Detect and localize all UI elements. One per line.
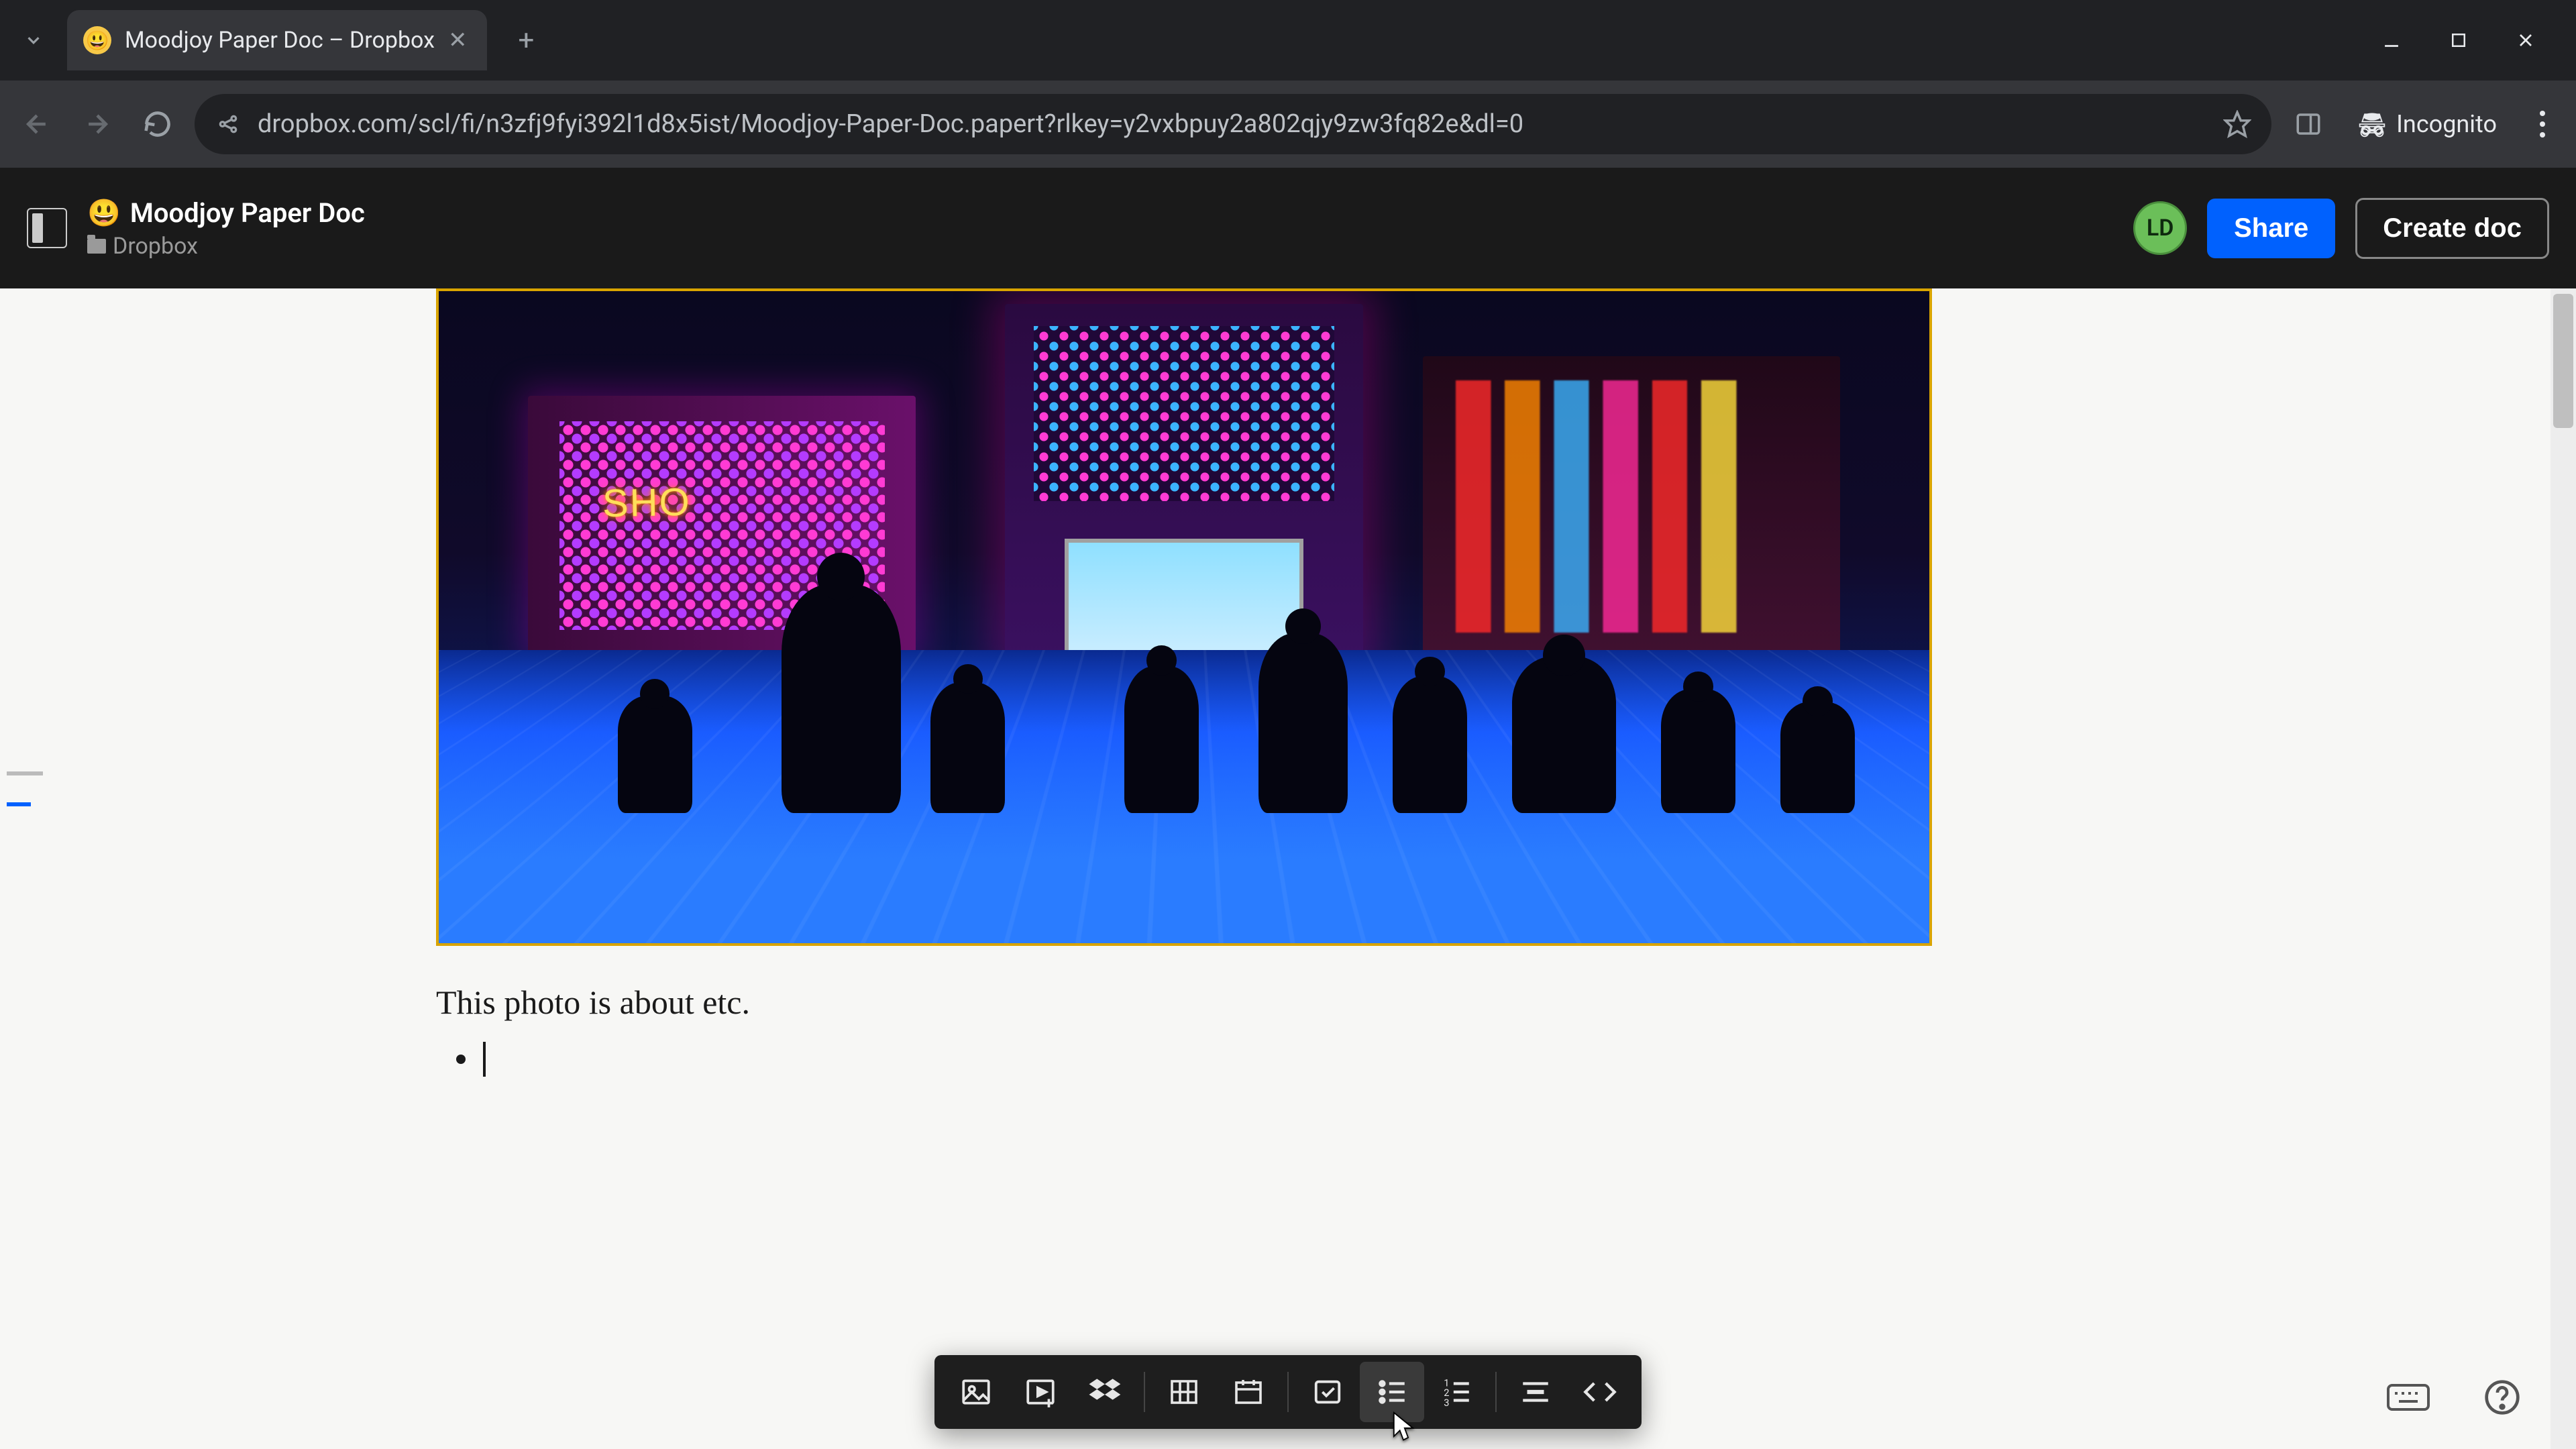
toolbar-checklist-button[interactable] — [1295, 1362, 1360, 1422]
outline-mark-active[interactable] — [7, 802, 31, 806]
text-cursor — [483, 1042, 486, 1077]
vertical-scrollbar[interactable] — [2551, 288, 2576, 1449]
document-canvas[interactable]: SHO This photo is about etc. — [0, 288, 2576, 1449]
url-text: dropbox.com/scl/fi/n3zfj9fyi392l1d8x5ist… — [258, 109, 2207, 139]
window-controls — [2375, 23, 2563, 57]
doc-meta: 😃 Moodjoy Paper Doc Dropbox — [87, 197, 365, 260]
browser-menu-button[interactable] — [2522, 111, 2563, 138]
bookmark-icon[interactable] — [2223, 110, 2251, 138]
toolbar-image-button[interactable] — [944, 1362, 1008, 1422]
close-window-button[interactable] — [2509, 23, 2542, 57]
side-panel-button[interactable] — [2285, 101, 2332, 148]
doc-emoji-icon: 😃 — [87, 197, 121, 229]
toolbar-numbered-list-button[interactable]: 123 — [1424, 1362, 1489, 1422]
incognito-indicator[interactable]: Incognito — [2345, 103, 2509, 146]
tab-strip: 😃 Moodjoy Paper Doc – Dropbox ✕ + — [0, 0, 2576, 80]
keyboard-shortcuts-button[interactable] — [2381, 1374, 2435, 1421]
share-button[interactable]: Share — [2207, 199, 2335, 258]
insert-toolbar: 123 — [934, 1355, 1642, 1429]
folder-icon — [87, 239, 106, 254]
svg-text:3: 3 — [1444, 1397, 1449, 1409]
toolbar-code-button[interactable] — [1568, 1362, 1632, 1422]
address-bar-row: dropbox.com/scl/fi/n3zfj9fyi392l1d8x5ist… — [0, 80, 2576, 168]
address-bar[interactable]: dropbox.com/scl/fi/n3zfj9fyi392l1d8x5ist… — [195, 94, 2271, 154]
tab-title: Moodjoy Paper Doc – Dropbox — [125, 27, 435, 54]
scrollbar-thumb[interactable] — [2553, 294, 2573, 428]
breadcrumb[interactable]: Dropbox — [87, 233, 365, 260]
outline-mark[interactable] — [7, 771, 43, 775]
forward-button[interactable] — [74, 101, 121, 148]
toolbar-bulleted-list-button[interactable] — [1360, 1362, 1424, 1422]
toolbar-divider-button[interactable] — [1503, 1362, 1568, 1422]
create-doc-button[interactable]: Create doc — [2355, 198, 2549, 259]
image-caption[interactable]: This photo is about etc. — [436, 983, 1932, 1022]
image-sign-text: SHO — [602, 480, 692, 526]
paper-app: 😃 Moodjoy Paper Doc Dropbox LD Share Cre… — [0, 168, 2576, 1449]
maximize-button[interactable] — [2442, 23, 2475, 57]
footer-utilities — [2381, 1374, 2529, 1421]
tab-favicon-icon: 😃 — [83, 26, 111, 54]
incognito-icon — [2357, 109, 2387, 139]
breadcrumb-label: Dropbox — [113, 233, 198, 260]
browser-tab[interactable]: 😃 Moodjoy Paper Doc – Dropbox ✕ — [67, 10, 487, 70]
toolbar-timeline-button[interactable] — [1216, 1362, 1281, 1422]
bulleted-list-item[interactable] — [436, 1042, 1932, 1077]
bullet-icon — [456, 1055, 466, 1064]
incognito-label: Incognito — [2396, 110, 2497, 138]
toolbar-table-button[interactable] — [1152, 1362, 1216, 1422]
outline-indicator[interactable] — [7, 771, 43, 806]
help-button[interactable] — [2475, 1374, 2529, 1421]
new-tab-button[interactable]: + — [506, 20, 546, 60]
avatar[interactable]: LD — [2133, 201, 2187, 255]
doc-body: SHO This photo is about etc. — [436, 288, 1932, 1077]
embedded-image[interactable]: SHO — [436, 288, 1932, 946]
reload-button[interactable] — [134, 101, 181, 148]
toolbar-video-button[interactable] — [1008, 1362, 1073, 1422]
back-button[interactable] — [13, 101, 60, 148]
tabs-dropdown[interactable] — [13, 20, 54, 60]
toolbar-dropbox-button[interactable] — [1073, 1362, 1137, 1422]
site-info-icon[interactable] — [215, 111, 241, 138]
minimize-button[interactable] — [2375, 23, 2408, 57]
sidebar-toggle-button[interactable] — [27, 208, 67, 248]
app-header: 😃 Moodjoy Paper Doc Dropbox LD Share Cre… — [0, 168, 2576, 288]
tab-close-icon[interactable]: ✕ — [448, 27, 468, 54]
doc-title[interactable]: Moodjoy Paper Doc — [130, 197, 365, 229]
browser-chrome: 😃 Moodjoy Paper Doc – Dropbox ✕ + dropbo… — [0, 0, 2576, 168]
